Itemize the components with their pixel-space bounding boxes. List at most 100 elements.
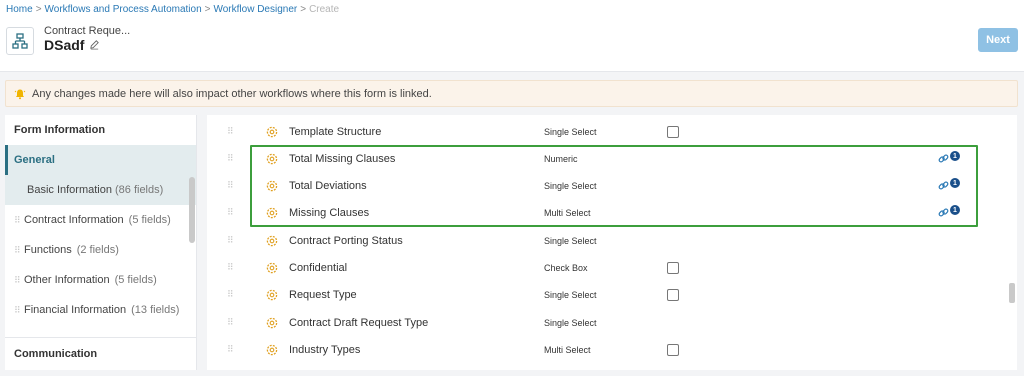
sidebar-item-basic-information[interactable]: Basic Information (86 fields) — [5, 175, 196, 205]
field-type: Single Select — [544, 289, 597, 300]
breadcrumb-workflows[interactable]: Workflows and Process Automation — [45, 4, 202, 15]
field-list: ⠿ Template Structure Single Select ⠿ Tot… — [207, 115, 1017, 370]
sidebar-item-label: Other Information — [24, 274, 110, 286]
breadcrumb-separator: > — [300, 4, 307, 15]
field-row[interactable]: ⠿ Missing Clauses Multi Select 1 — [207, 199, 1017, 226]
sidebar-item-count: (13 fields) — [131, 304, 180, 316]
field-name: Template Structure — [289, 125, 382, 138]
field-type: Multi Select — [544, 207, 591, 218]
link-count-badge: 1 — [950, 205, 960, 215]
sidebar-item-other-information[interactable]: ⠿ Other Information (5 fields) — [5, 265, 196, 295]
field-settings-icon — [266, 153, 278, 165]
breadcrumb-home[interactable]: Home — [6, 4, 33, 15]
drag-handle-icon[interactable]: ⠿ — [227, 344, 234, 355]
drag-handle-icon[interactable]: ⠿ — [14, 275, 22, 286]
sidebar-item-functions[interactable]: ⠿ Functions (2 fields) — [5, 235, 196, 265]
field-settings-icon — [266, 126, 278, 138]
field-settings-icon — [266, 344, 278, 356]
workflow-icon — [6, 27, 34, 55]
breadcrumb-separator: > — [35, 4, 42, 15]
drag-handle-icon[interactable]: ⠿ — [227, 207, 234, 218]
sidebar-item-label: Financial Information — [24, 304, 127, 316]
field-name: Industry Types — [289, 343, 361, 356]
breadcrumb-separator: > — [204, 4, 211, 15]
field-settings-icon — [266, 289, 278, 301]
form-sections-sidebar: Form Information General Basic Informati… — [5, 115, 197, 370]
field-row[interactable]: ⠿ Confidential Check Box — [207, 254, 1017, 281]
field-checkbox[interactable] — [667, 343, 679, 356]
field-name: Total Missing Clauses — [289, 152, 396, 165]
drag-handle-icon[interactable]: ⠿ — [14, 215, 22, 226]
field-row[interactable]: ⠿ Template Structure Single Select — [207, 118, 1017, 145]
edit-pencil-icon[interactable] — [89, 37, 100, 53]
sidebar-item-count: (86 fields) — [114, 184, 164, 196]
sidebar-item-count: (2 fields) — [76, 244, 119, 256]
link-icon — [938, 154, 949, 163]
sidebar-scrollbar[interactable] — [189, 177, 195, 243]
impact-warning-banner: Any changes made here will also impact o… — [5, 80, 1018, 107]
field-type: Single Select — [544, 317, 597, 328]
field-settings-icon — [266, 207, 278, 219]
sidebar-form-information[interactable]: Form Information — [5, 115, 196, 145]
sidebar-item-count: (5 fields) — [128, 214, 171, 226]
drag-handle-icon[interactable]: ⠿ — [227, 289, 234, 300]
page-header: Home > Workflows and Process Automation > Wo… — [0, 0, 1024, 72]
link-count-badge: 1 — [950, 178, 960, 188]
sidebar-item-label: Contract Information — [24, 214, 124, 226]
field-row[interactable]: ⠿ Request Type Single Select — [207, 281, 1017, 308]
form-subtitle: Contract Reque... — [44, 25, 131, 37]
sidebar-item-label: Functions — [24, 244, 72, 256]
field-row[interactable]: ⠿ Contract Draft Request Type Single Sel… — [207, 309, 1017, 336]
field-checkbox[interactable] — [667, 288, 679, 301]
drag-handle-icon[interactable]: ⠿ — [227, 126, 234, 137]
linked-field-indicator[interactable]: 1 — [938, 205, 960, 219]
link-count-badge: 1 — [950, 151, 960, 161]
field-type: Check Box — [544, 262, 588, 273]
sidebar-item-count: (5 fields) — [114, 274, 157, 286]
field-settings-icon — [266, 235, 278, 247]
warning-text: Any changes made here will also impact o… — [32, 87, 432, 100]
field-type: Single Select — [544, 235, 597, 246]
linked-field-indicator[interactable]: 1 — [938, 151, 960, 165]
form-title: DSadf — [44, 37, 100, 53]
field-checkbox[interactable] — [667, 125, 679, 138]
field-type: Numeric — [544, 153, 578, 164]
field-settings-icon — [266, 317, 278, 329]
drag-handle-icon[interactable]: ⠿ — [227, 180, 234, 191]
field-name: Total Deviations — [289, 179, 367, 192]
drag-handle-icon[interactable]: ⠿ — [227, 153, 234, 164]
field-type: Single Select — [544, 126, 597, 137]
drag-handle-icon[interactable]: ⠿ — [227, 262, 234, 273]
warning-bell-icon — [14, 88, 26, 100]
sidebar-communication[interactable]: Communication — [5, 337, 196, 370]
field-name: Contract Draft Request Type — [289, 316, 429, 329]
drag-handle-icon[interactable]: ⠿ — [227, 235, 234, 246]
breadcrumb-current: Create — [309, 4, 340, 15]
field-type: Multi Select — [544, 344, 591, 355]
sidebar-item-label: Basic Information — [27, 184, 112, 196]
next-button[interactable]: Next — [978, 28, 1018, 52]
link-icon — [938, 181, 949, 190]
field-type: Single Select — [544, 180, 597, 191]
drag-handle-icon[interactable]: ⠿ — [227, 317, 234, 328]
sidebar-item-general[interactable]: General — [5, 145, 196, 175]
field-row[interactable]: ⠿ Total Deviations Single Select 1 — [207, 172, 1017, 199]
field-row[interactable]: ⠿ Industry Types Multi Select — [207, 336, 1017, 363]
field-checkbox[interactable] — [667, 261, 679, 274]
linked-field-indicator[interactable]: 1 — [938, 178, 960, 192]
field-row[interactable]: ⠿ Contract Porting Status Single Select — [207, 227, 1017, 254]
field-name: Missing Clauses — [289, 206, 370, 219]
drag-handle-icon[interactable]: ⠿ — [14, 305, 22, 316]
field-name: Contract Porting Status — [289, 234, 403, 247]
breadcrumb-designer[interactable]: Workflow Designer — [213, 4, 297, 15]
link-icon — [938, 208, 949, 217]
field-row[interactable]: ⠿ Total Missing Clauses Numeric 1 — [207, 145, 1017, 172]
field-settings-icon — [266, 262, 278, 274]
main-scrollbar[interactable] — [1009, 283, 1015, 303]
breadcrumb: Home > Workflows and Process Automation > Wo… — [6, 4, 339, 15]
field-settings-icon — [266, 180, 278, 192]
drag-handle-icon[interactable]: ⠿ — [14, 245, 22, 256]
sidebar-item-contract-information[interactable]: ⠿ Contract Information (5 fields) — [5, 205, 196, 235]
sidebar-item-financial-information[interactable]: ⠿ Financial Information (13 fields) — [5, 295, 196, 325]
field-name: Confidential — [289, 261, 348, 274]
